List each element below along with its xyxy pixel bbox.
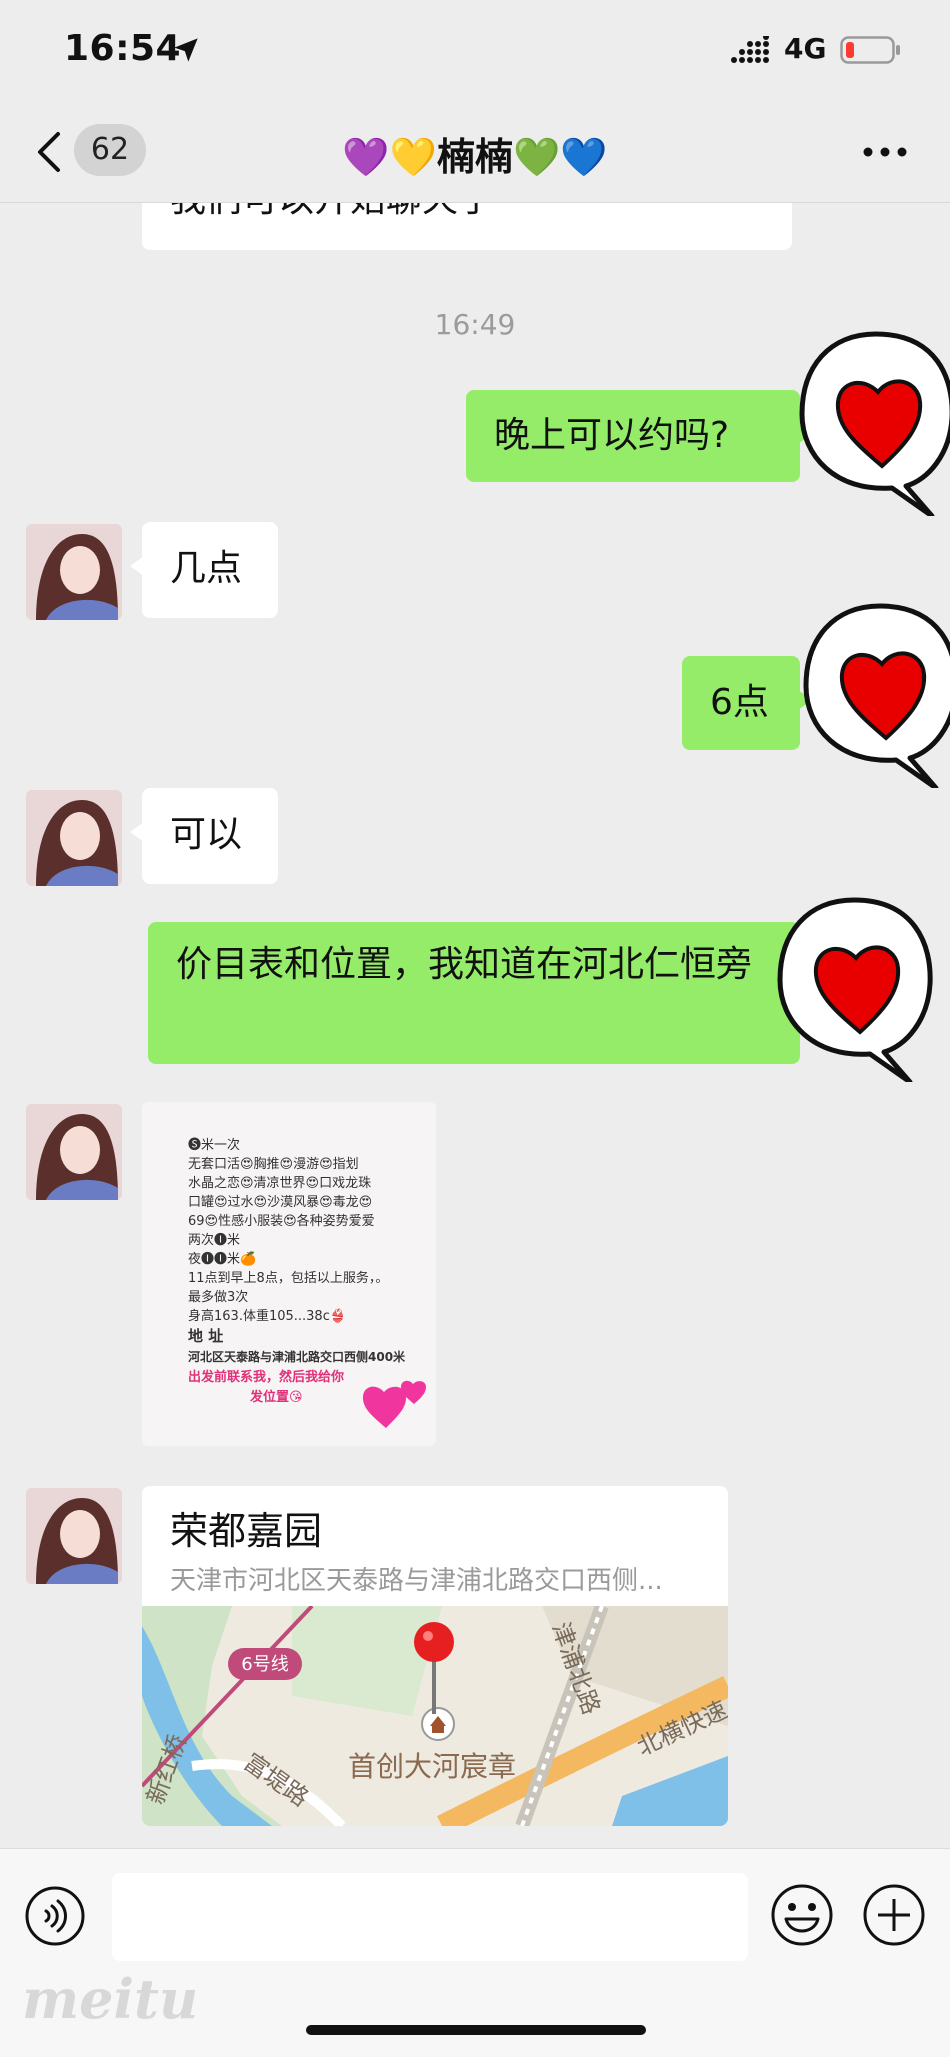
message-bubble-received[interactable]: 几点 [130,522,278,618]
message-bubble-received[interactable]: 我们可以开始聊天了 [142,202,792,250]
image-text-line: 水晶之恋😍清凉世界😍口戏龙珠 [188,1176,372,1191]
location-name: 荣都嘉园 [170,1509,323,1553]
avatar-photo [26,1488,122,1584]
message-input[interactable] [112,1873,748,1961]
contact-avatar[interactable] [26,1104,122,1200]
emoji-icon[interactable] [770,1883,834,1947]
signal-icon [731,36,769,63]
avatar-photo [26,524,122,620]
message-text: 6点 [710,682,769,723]
image-text-line: 两次🅘米 [188,1233,241,1248]
input-bar: meitu [0,1848,950,2057]
map-label-metro: 6号线 [241,1654,288,1675]
message-text: 几点 [170,548,243,589]
message-text: 可以 [170,814,243,855]
contact-avatar[interactable] [26,524,122,620]
chat-header: 62 💜💛楠楠💚💙 [0,100,950,203]
image-text-line: 69😍性感小服装😍各种姿势爱爱 [188,1214,375,1229]
heart-speech-bubble-sticker [799,331,950,516]
image-text-line: 出发前联系我，然后我给你 [188,1370,345,1385]
status-bar: 16:54 4G [0,0,950,100]
chat-title: 💜💛楠楠💚💙 [342,135,608,179]
voice-input-icon[interactable] [24,1885,86,1947]
image-text-line: 无套口活😍胸推😍漫游😍指划 [188,1157,359,1172]
message-text: 我们可以开始聊天了 [170,202,494,222]
plus-icon[interactable] [862,1883,926,1947]
map-label-poi: 首创大河宸章 [348,1750,516,1783]
heart-speech-bubble-sticker [777,897,933,1082]
message-bubble-sent[interactable]: 6点 [682,656,812,750]
message-text: 晚上可以约吗? [494,415,730,456]
image-text-line: 夜🅘🅘米🍊 [188,1252,257,1267]
image-text-line: 最多做3次 [188,1290,249,1305]
image-message[interactable]: 🅢米一次 无套口活😍胸推😍漫游😍指划 水晶之恋😍清凉世界😍口戏龙珠 口罐😍过水😍… [142,1102,436,1446]
image-text-line: 11点到早上8点，包括以上服务，。 [188,1271,389,1286]
home-indicator[interactable] [306,2025,646,2035]
location-arrow-icon [174,38,198,62]
avatar-photo [26,790,122,886]
location-map-preview: 6号线 新红桥 富堤路 津浦北路 北横快速 首创大河宸章 [142,1606,728,1826]
message-bubble-received[interactable]: 可以 [130,788,278,884]
message-bubble-sent[interactable]: 价目表和位置，我知道在河北仁恒旁 [148,922,800,1064]
message-text: 价目表和位置，我知道在河北仁恒旁 [176,944,753,985]
status-time: 16:54 [64,28,182,69]
image-text-line: 发位置😘 [250,1390,303,1405]
image-text-line: 河北区天泰路与津浦北路交口西侧400米 [188,1350,406,1364]
message-list[interactable]: 我们可以开始聊天了 16:49 晚上可以约吗? 几点 6点 [0,202,950,1848]
hearts-decoration-icon [362,1380,426,1428]
image-text-line: 身高163.体重105...38c👙 [188,1309,347,1324]
location-address: 天津市河北区天泰路与津浦北路交口西侧... [170,1566,663,1596]
battery-icon [840,36,900,64]
image-text-line: 地 址 [188,1327,224,1345]
more-options-icon[interactable] [862,146,908,158]
image-text-line: 口罐😍过水😍沙漠风暴😍毒龙😍 [188,1195,373,1210]
meitu-watermark: meitu [22,1967,199,2031]
location-message[interactable]: 荣都嘉园 天津市河北区天泰路与津浦北路交口西侧... 6号线 新红桥 富堤路 津… [142,1486,728,1826]
message-bubble-sent[interactable]: 晚上可以约吗? [466,390,812,482]
contact-avatar[interactable] [26,790,122,886]
avatar-photo [26,1104,122,1200]
image-text-line: 🅢米一次 [188,1138,241,1153]
heart-speech-bubble-sticker [803,603,950,788]
contact-avatar[interactable] [26,1488,122,1584]
network-type: 4G [784,32,827,65]
